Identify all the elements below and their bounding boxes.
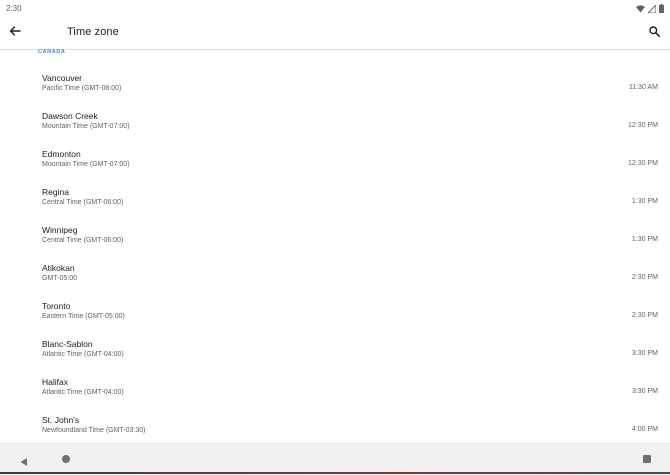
timezone-city: Halifax bbox=[42, 377, 68, 387]
timezone-name: Atlantic Time (GMT-04:00) bbox=[42, 389, 124, 396]
status-icons bbox=[636, 3, 664, 14]
timezone-time: 11:30 AM bbox=[628, 84, 658, 91]
app-bar: Time zone bbox=[0, 18, 670, 50]
status-time: 2:30 bbox=[6, 4, 22, 13]
list-item[interactable]: Winnipeg Central Time (GMT-06:00) 1:30 P… bbox=[0, 222, 670, 260]
timezone-name: Pacific Time (GMT-08:00) bbox=[42, 85, 122, 92]
list-item[interactable]: Vancouver Pacific Time (GMT-08:00) 11:30… bbox=[0, 70, 670, 108]
status-bar: 2:30 bbox=[0, 0, 670, 18]
timezone-time: 3:30 PM bbox=[631, 388, 658, 395]
nav-home-button[interactable] bbox=[62, 455, 70, 463]
timezone-name: Central Time (GMT-06:00) bbox=[42, 199, 124, 206]
nav-back-button[interactable] bbox=[19, 454, 29, 466]
timezone-city: Toronto bbox=[42, 301, 71, 311]
search-icon bbox=[648, 24, 660, 42]
battery-icon bbox=[659, 0, 664, 18]
list-item[interactable]: Dawson Creek Mountain Time (GMT-07:00) 1… bbox=[0, 108, 670, 146]
list-item[interactable]: Atikokan GMT-05:00 2:30 PM bbox=[0, 260, 670, 298]
timezone-name: Mountain Time (GMT-07:00) bbox=[42, 123, 130, 130]
search-button[interactable] bbox=[644, 23, 664, 43]
timezone-name: Central Time (GMT-06:00) bbox=[42, 237, 124, 244]
timezone-name: Atlantic Time (GMT-04:00) bbox=[42, 351, 124, 358]
timezone-time: 4:00 PM bbox=[631, 426, 658, 433]
timezone-city: Edmonton bbox=[42, 149, 81, 159]
timezone-city: Regina bbox=[42, 187, 69, 197]
timezone-city: Dawson Creek bbox=[42, 111, 98, 121]
arrow-back-icon bbox=[9, 24, 21, 42]
timezone-time: 12:30 PM bbox=[628, 122, 658, 129]
timezone-time: 12:30 PM bbox=[628, 160, 658, 167]
timezone-city: Blanc-Sablon bbox=[42, 339, 93, 349]
timezone-city: Vancouver bbox=[42, 73, 83, 83]
timezone-name: Mountain Time (GMT-07:00) bbox=[42, 161, 130, 168]
list-item[interactable]: Halifax Atlantic Time (GMT-04:00) 3:30 P… bbox=[0, 374, 670, 412]
timezone-name: GMT-05:00 bbox=[42, 275, 78, 282]
section-header-canada: CANADA bbox=[38, 49, 66, 55]
timezone-time: 3:30 PM bbox=[631, 350, 658, 357]
nav-recents-button[interactable] bbox=[643, 455, 651, 463]
timezone-time: 2:30 PM bbox=[631, 312, 658, 319]
nav-back-icon bbox=[19, 454, 29, 471]
back-button[interactable] bbox=[4, 22, 26, 44]
list-item[interactable]: Edmonton Mountain Time (GMT-07:00) 12:30… bbox=[0, 146, 670, 184]
timezone-city: Atikokan bbox=[42, 263, 75, 273]
timezone-time: 2:30 PM bbox=[631, 274, 658, 281]
list-item[interactable]: Toronto Eastern Time (GMT-05:00) 2:30 PM bbox=[0, 298, 670, 336]
timezone-city: Winnipeg bbox=[42, 225, 78, 235]
signal-icon bbox=[646, 0, 657, 18]
navigation-bar bbox=[0, 443, 670, 475]
timezone-name: Eastern Time (GMT-05:00) bbox=[42, 313, 125, 320]
wifi-icon bbox=[636, 0, 645, 18]
list-item[interactable]: Regina Central Time (GMT-06:00) 1:30 PM bbox=[0, 184, 670, 222]
timezone-city: St. John’s bbox=[42, 415, 80, 425]
timezone-time: 1:30 PM bbox=[631, 236, 658, 243]
list-item[interactable]: Blanc-Sablon Atlantic Time (GMT-04:00) 3… bbox=[0, 336, 670, 374]
timezone-time: 1:30 PM bbox=[631, 198, 658, 205]
timezone-name: Newfoundland Time (GMT-03:30) bbox=[42, 427, 146, 434]
page-title: Time zone bbox=[67, 26, 119, 38]
timezone-list: Vancouver Pacific Time (GMT-08:00) 11:30… bbox=[0, 70, 670, 450]
